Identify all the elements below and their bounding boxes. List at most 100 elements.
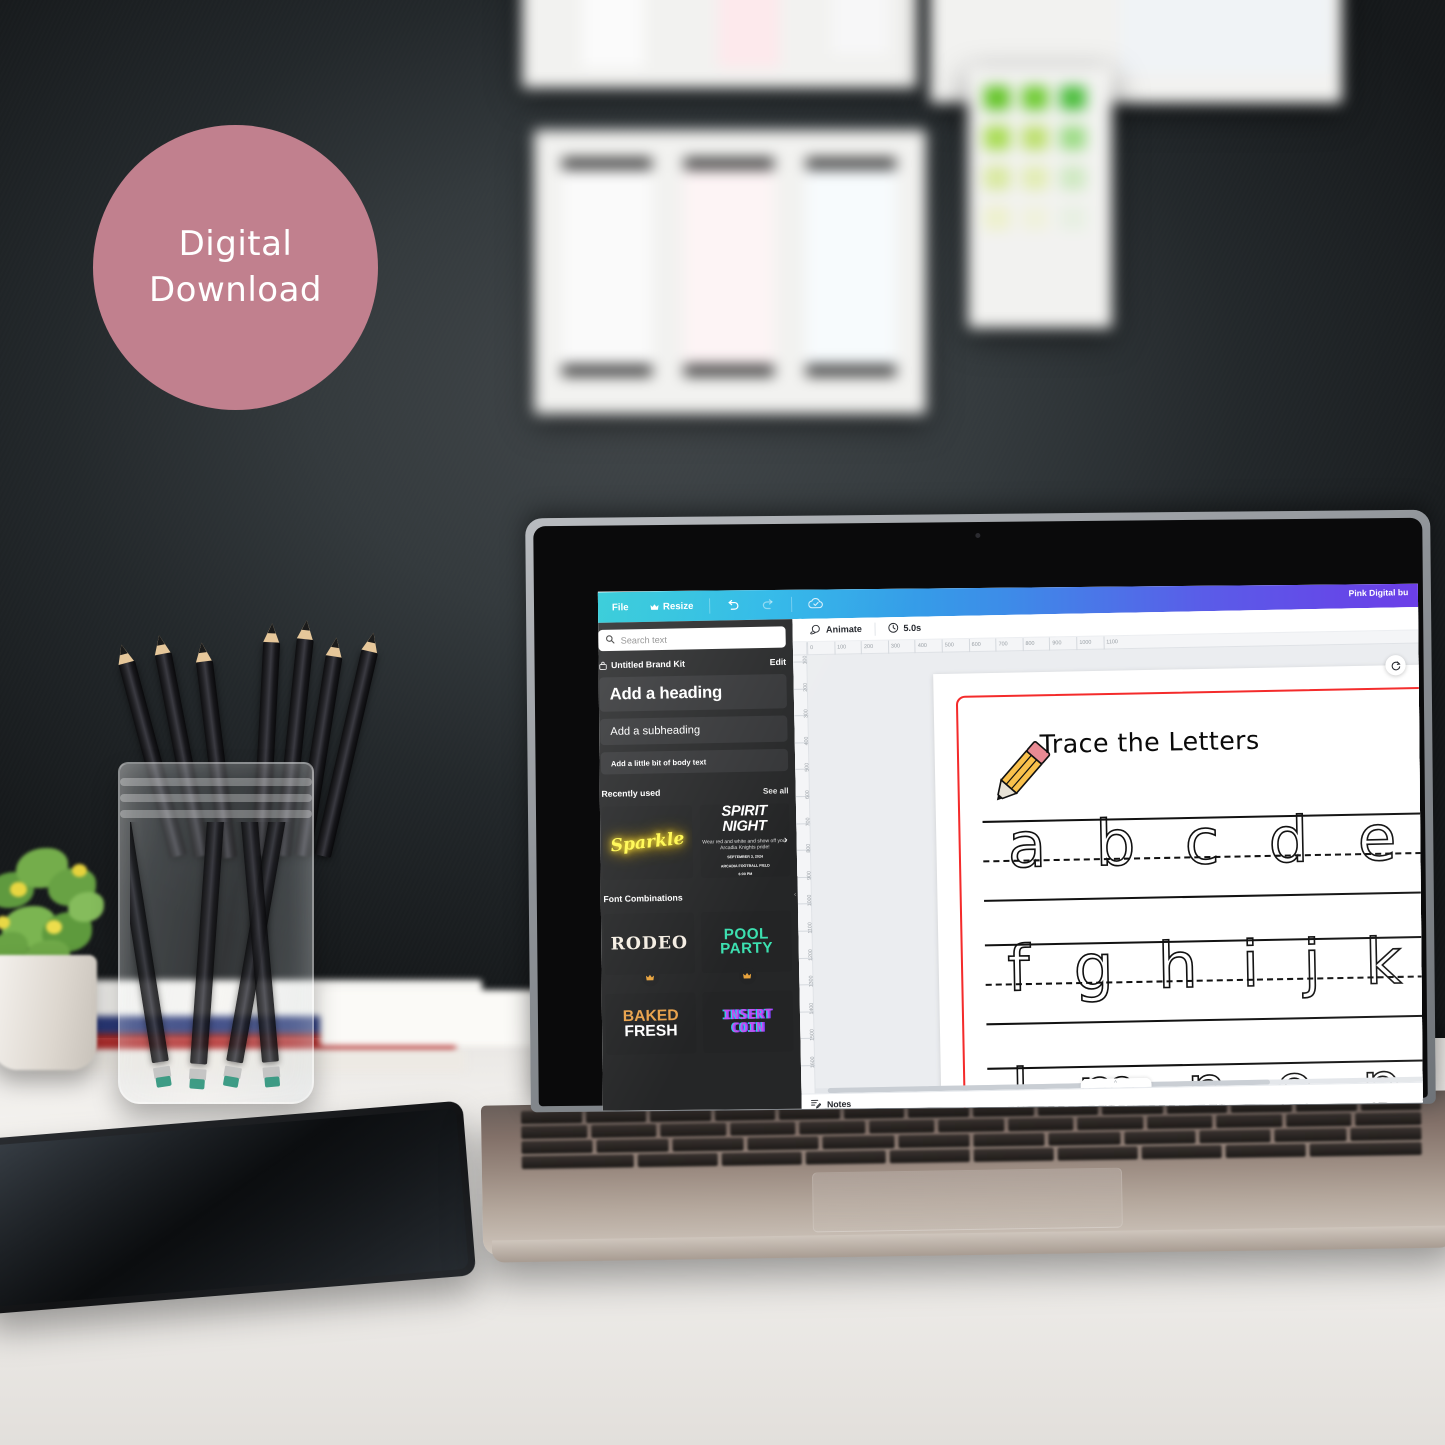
laptop-lid: File Resize Pink Digital bu Search text …: [525, 509, 1436, 1113]
add-heading-label: Add a heading: [609, 682, 723, 704]
ruler-tick-h: 0: [807, 641, 814, 656]
add-subheading-button[interactable]: Add a subheading: [599, 715, 788, 746]
font-combo-insert-coin[interactable]: INSERT COIN: [702, 990, 794, 1054]
recently-used-list: Sparkle SPIRIT NIGHT Wear red and white …: [601, 803, 791, 880]
spirit-meta-time: 6:00 PM: [738, 872, 753, 877]
ruler-tick-v: 100: [793, 656, 808, 671]
crown-icon: [650, 603, 659, 610]
laptop-bezel: File Resize Pink Digital bu Search text …: [533, 517, 1428, 1111]
ruler-tick-h: 300: [887, 640, 901, 654]
brand-kit-icon: [599, 661, 607, 670]
ruler-tick-v: 1300: [799, 976, 815, 994]
spirit-subtitle: Wear red and white and show off your Arc…: [702, 837, 788, 852]
clock-icon: [887, 622, 898, 635]
ruler-tick-v: 1500: [800, 1029, 816, 1048]
editor-area: Animate 5.0s 0 100 200 300 400 500 600 7…: [792, 607, 1423, 1111]
ruler-tick-v: 1200: [798, 949, 814, 967]
toolbar-divider: [873, 622, 876, 636]
add-subheading-label: Add a subheading: [610, 724, 701, 738]
worksheet-title[interactable]: Trace the Letters: [1039, 726, 1259, 760]
undo-icon: [727, 599, 740, 611]
trace-letter: j: [1302, 925, 1322, 1001]
trace-letter: d: [1267, 802, 1310, 878]
add-body-text-button[interactable]: Add a little bit of body text: [600, 748, 789, 775]
redo-icon: [762, 598, 775, 610]
file-menu-button[interactable]: File: [601, 601, 640, 613]
toolbar-divider: [709, 597, 711, 614]
ruler-tick-v: 1000: [797, 895, 813, 913]
search-text-field[interactable]: Search text: [598, 626, 786, 652]
digital-download-badge: Digital Download: [93, 125, 378, 410]
badge-line-2: Download: [148, 269, 322, 310]
font-combo-coin-line2: COIN: [731, 1020, 765, 1037]
badge-line-1: Digital: [178, 224, 293, 265]
spirit-meta-venue: ARCADIA FOOTBALL FIELD: [720, 863, 770, 869]
recently-used-title: Recently used: [601, 787, 661, 799]
tablet-screen: [0, 1108, 469, 1307]
notes-icon: [811, 1098, 822, 1110]
ruler-tick-h: 1000: [1076, 636, 1092, 651]
trace-letters-row-2: fghijk: [985, 923, 1423, 1007]
recent-item-spirit-night[interactable]: SPIRIT NIGHT Wear red and white and show…: [699, 803, 791, 878]
ruler-tick-h: 600: [968, 638, 981, 653]
jar-inner-pencils: [130, 822, 302, 1096]
add-body-text-label: Add a little bit of body text: [610, 756, 707, 768]
design-page[interactable]: Trace the Letters abcde fghijk l: [933, 664, 1423, 1111]
text-panel-sidebar: Search text Untitled Brand Kit Edit Add …: [597, 619, 802, 1111]
animate-button[interactable]: Animate: [802, 622, 871, 636]
brand-kit-row[interactable]: Untitled Brand Kit Edit: [599, 657, 786, 671]
search-icon: [605, 635, 615, 646]
recently-used-see-all-link[interactable]: See all: [763, 786, 789, 796]
trace-letter: b: [1094, 805, 1137, 881]
animate-icon: [810, 623, 821, 636]
wall-poster-phones: [534, 130, 926, 414]
trace-letter: e: [1356, 800, 1398, 876]
chevron-right-icon[interactable]: ›: [784, 834, 788, 846]
laptop-trackpad[interactable]: [811, 1167, 1123, 1233]
canvas-viewport[interactable]: 0 100 200 300 400 500 600 700 800 900 1000 1100 100…: [792, 630, 1423, 1111]
recent-item-sparkle[interactable]: Sparkle: [601, 805, 693, 880]
glass-jar: [118, 762, 314, 1104]
redo-button[interactable]: [751, 598, 787, 611]
trace-letter: k: [1364, 923, 1403, 999]
ruler-tick-v: 300: [794, 709, 809, 725]
laptop-device: File Resize Pink Digital bu Search text …: [480, 498, 1445, 1298]
resize-button[interactable]: Resize: [640, 600, 705, 612]
ruler-tick-v: 800: [796, 844, 812, 860]
font-combinations-grid: RODEO POOL PARTY BAKED FRESH INSERT COIN: [603, 910, 794, 1055]
undo-button[interactable]: [716, 599, 752, 612]
cloud-saved-icon: [808, 597, 824, 609]
font-combo-rodeo[interactable]: RODEO: [603, 912, 695, 987]
font-combinations-header: Font Combinations: [603, 890, 790, 904]
ruler-tick-h: 100: [833, 641, 847, 655]
trace-letter: i: [1240, 926, 1260, 1002]
trace-letter: h: [1156, 927, 1199, 1003]
ruler-tick-h: 700: [995, 638, 1008, 652]
recently-used-header: Recently used See all: [601, 785, 788, 799]
search-placeholder: Search text: [620, 634, 667, 646]
font-combo-baked-fresh[interactable]: BAKED FRESH: [605, 992, 697, 1055]
trace-letter: a: [1006, 807, 1047, 883]
ruler-tick-v: 1100: [798, 922, 814, 940]
add-heading-button[interactable]: Add a heading: [599, 673, 788, 712]
laptop-screen: File Resize Pink Digital bu Search text …: [597, 583, 1423, 1111]
cloud-save-status-button[interactable]: [798, 597, 836, 610]
ruler-tick-v: 200: [793, 682, 809, 698]
brand-kit-edit-link[interactable]: Edit: [770, 657, 787, 667]
spirit-title-line2: NIGHT: [722, 817, 767, 835]
trace-letter: f: [1006, 931, 1031, 1007]
file-menu-label: File: [611, 601, 629, 613]
brand-kit-label: Untitled Brand Kit: [610, 658, 686, 671]
trace-row-2: fghijk: [984, 923, 1423, 1026]
font-combo-pool-party[interactable]: POOL PARTY: [700, 910, 793, 985]
toolbar-divider: [791, 596, 793, 612]
ruler-tick-v: 1400: [799, 1003, 815, 1021]
ruler-tick-h: 500: [941, 639, 954, 653]
duration-label: 5.0s: [903, 622, 922, 634]
notes-label: Notes: [826, 1098, 852, 1109]
document-title[interactable]: Pink Digital bu: [1348, 587, 1410, 598]
ruler-tick-v: 600: [795, 790, 811, 806]
ruler-corner: [792, 642, 808, 656]
duration-button[interactable]: 5.0s: [879, 621, 929, 635]
font-combinations-title: Font Combinations: [603, 892, 683, 905]
